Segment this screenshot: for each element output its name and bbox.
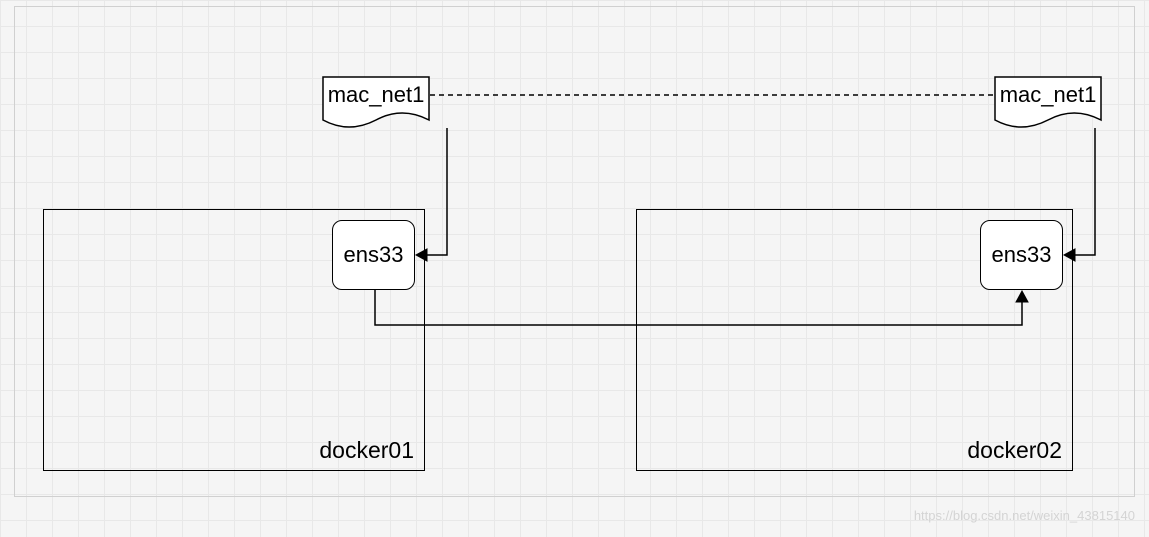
ens-box-right: ens33 [980, 220, 1063, 290]
connector-macnet-dashed [430, 90, 994, 100]
doc-node-label: mac_net1 [322, 82, 430, 108]
connector-macnet-to-ens-left [415, 128, 475, 268]
doc-node-macnet-right: mac_net1 [994, 76, 1102, 128]
doc-node-macnet-left: mac_net1 [322, 76, 430, 128]
connector-ens-to-ens [374, 290, 1034, 340]
ens-box-left: ens33 [332, 220, 415, 290]
host-label: docker01 [319, 437, 414, 464]
watermark: https://blog.csdn.net/weixin_43815140 [914, 508, 1135, 523]
doc-node-label: mac_net1 [994, 82, 1102, 108]
host-label: docker02 [967, 437, 1062, 464]
ens-label: ens33 [992, 242, 1052, 268]
ens-label: ens33 [344, 242, 404, 268]
connector-macnet-to-ens-right [1063, 128, 1123, 268]
diagram-canvas: mac_net1 mac_net1 docker01 docker02 ens3… [0, 0, 1149, 537]
